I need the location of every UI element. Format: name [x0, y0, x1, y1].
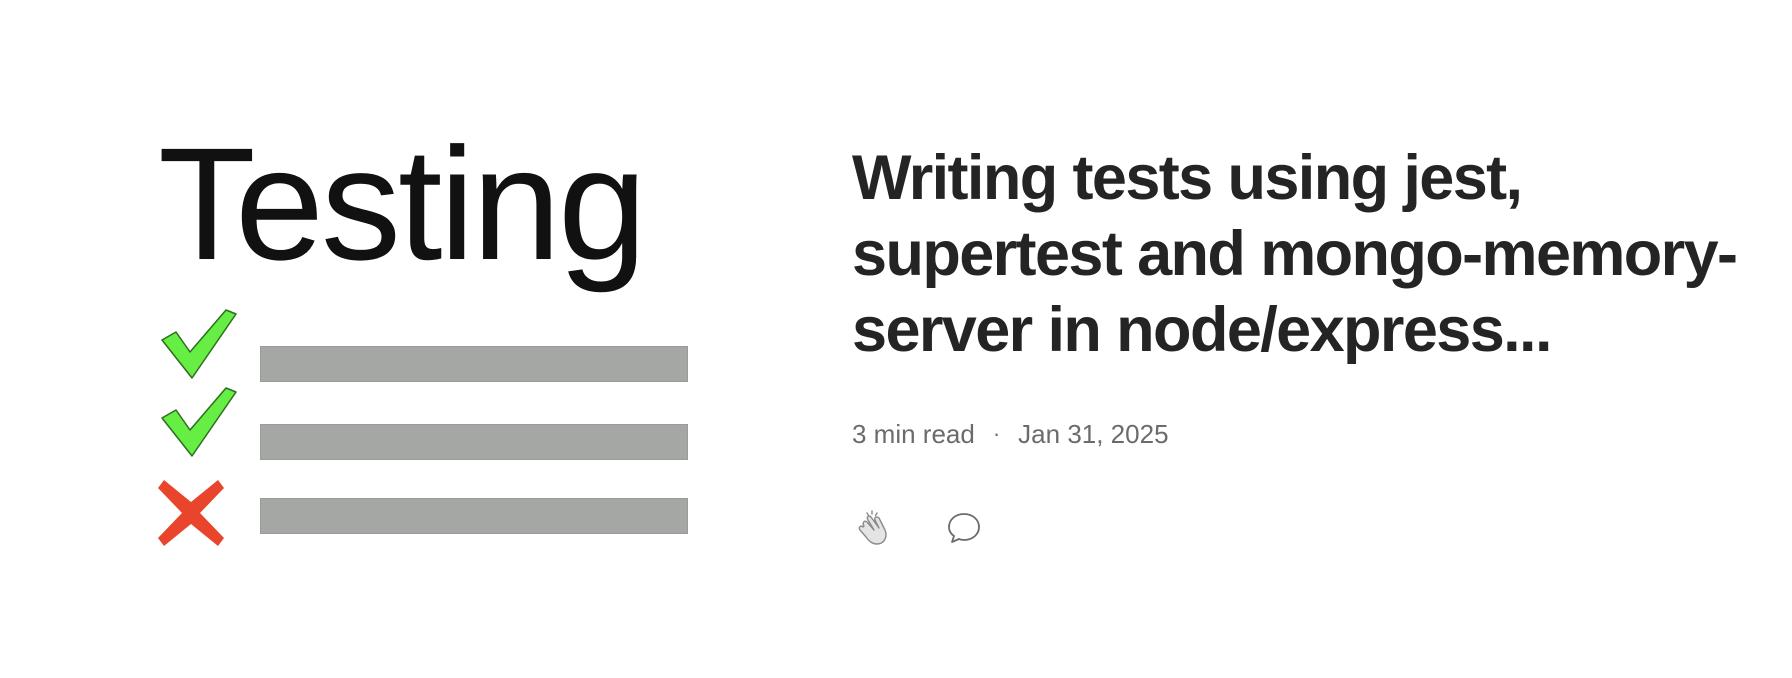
test-row-bar — [260, 424, 688, 460]
clap-icon — [858, 510, 887, 545]
check-icon — [161, 387, 237, 457]
clap-button[interactable] — [852, 506, 896, 550]
comment-button[interactable] — [942, 506, 986, 550]
check-icon — [161, 309, 237, 379]
publish-date: Jan 31, 2025 — [1018, 418, 1169, 449]
article-title[interactable]: Writing tests using jest, supertest and … — [852, 140, 1752, 368]
read-time: 3 min read — [852, 418, 975, 449]
thumbnail-title: Testing — [158, 114, 647, 293]
test-row-bar — [260, 498, 688, 534]
article-info: Writing tests using jest, supertest and … — [852, 140, 1752, 550]
article-card: Testing Writing tests using jest, supert… — [0, 0, 1792, 678]
article-actions — [852, 506, 1752, 550]
article-thumbnail[interactable]: Testing — [150, 124, 710, 548]
test-row-bar — [260, 346, 688, 382]
meta-separator: · — [992, 421, 1001, 446]
cross-icon — [158, 480, 224, 546]
article-meta: 3 min read · Jan 31, 2025 — [852, 418, 1752, 450]
comment-icon — [948, 513, 980, 543]
